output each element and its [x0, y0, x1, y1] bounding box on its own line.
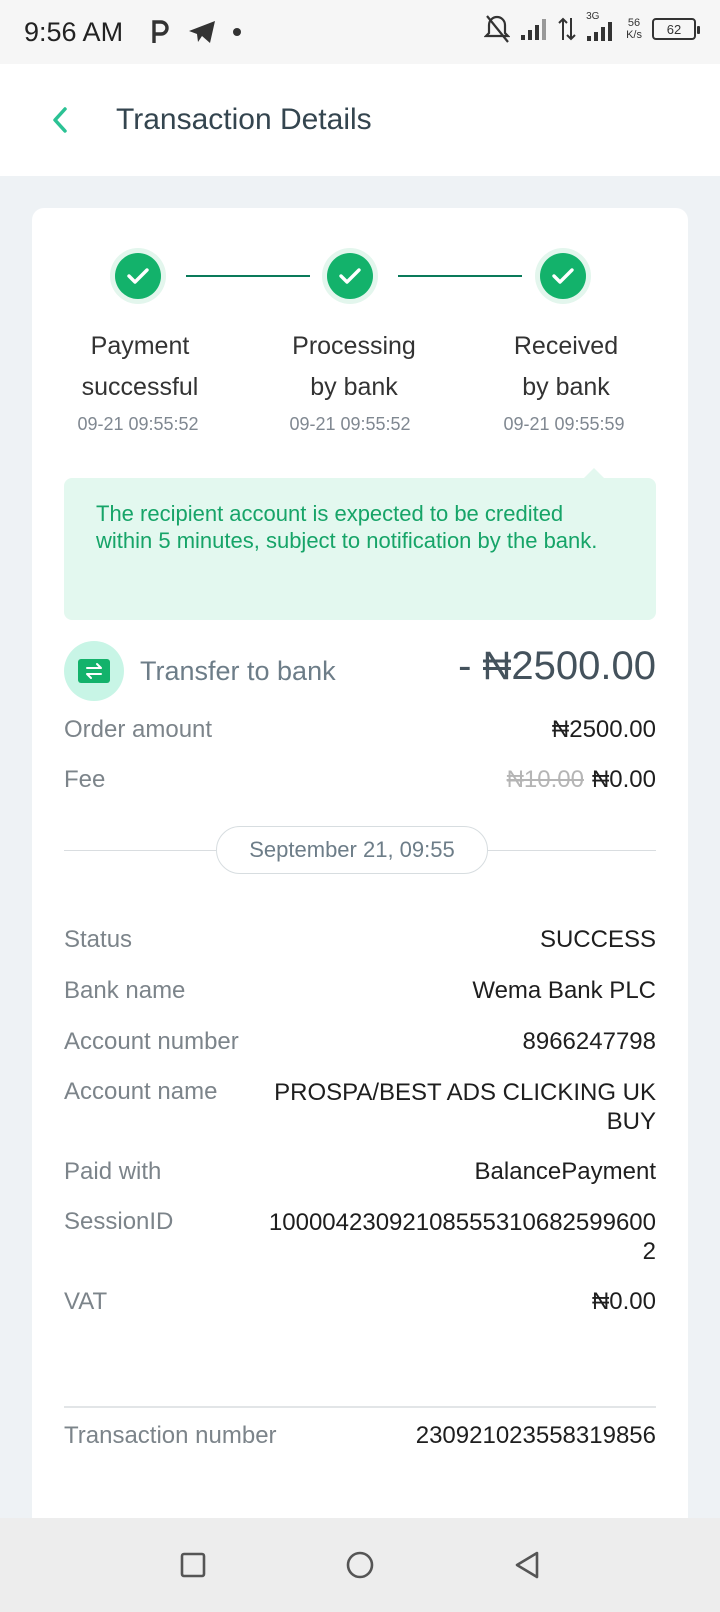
detail-row: VAT ₦0.00 — [64, 1288, 656, 1316]
progress-tracker: Payment successful Processing by bank Re… — [32, 208, 688, 468]
step-1-check-icon — [110, 248, 166, 304]
data-transfer-icon — [558, 17, 576, 41]
parking-app-icon — [152, 20, 169, 43]
detail-row: SessionID 100004230921085553106825996002 — [64, 1208, 656, 1266]
system-nav-bar — [0, 1518, 720, 1612]
step-3-time: 09-21 09:55:59 — [503, 414, 625, 434]
date-divider: September 21, 09:55 — [64, 826, 656, 876]
back-button[interactable] — [30, 90, 90, 150]
fee-original: ₦10.00 — [506, 766, 584, 793]
order-amount-row: Order amount ₦2500.00 — [64, 716, 656, 744]
net-speed: 56 K/s — [626, 17, 642, 41]
notification-dot-icon — [233, 28, 242, 36]
session-id-value: 100004230921085553106825996002 — [268, 1209, 656, 1265]
account-name-value: PROSPA/BEST ADS CLICKING UK BUY — [274, 1079, 656, 1135]
signal-icon — [521, 19, 547, 40]
bank-name-label: Bank name — [64, 977, 186, 1004]
telegram-icon — [189, 21, 216, 43]
status-value: SUCCESS — [539, 926, 656, 953]
status-label: Status — [64, 926, 133, 953]
detail-row: Bank name Wema Bank PLC — [64, 977, 656, 1005]
step-1-time: 09-21 09:55:52 — [77, 414, 199, 434]
paid-with-label: Paid with — [64, 1158, 162, 1185]
credit-notice: The recipient account is expected to be … — [64, 468, 656, 620]
step-3-label: Received by bank — [513, 332, 619, 401]
step-2-label: Processing by bank — [292, 332, 416, 401]
app-header: Transaction Details — [0, 64, 720, 176]
order-amount-value: ₦2500.00 — [551, 716, 656, 743]
status-bar: 9:56 AM 3G 56 K/s 62 — [0, 0, 720, 64]
detail-row: Status SUCCESS — [64, 926, 656, 954]
account-number-label: Account number — [64, 1028, 239, 1055]
step-2-time: 09-21 09:55:52 — [289, 414, 411, 434]
fee-value: ₦0.00 — [591, 766, 656, 793]
step-3-check-icon — [535, 248, 591, 304]
transaction-number-value: 230921023558319856 — [415, 1422, 656, 1449]
transaction-number-row: Transaction number 230921023558319856 — [64, 1422, 656, 1450]
section-divider — [64, 1406, 656, 1408]
account-number-value: 8966247798 — [522, 1028, 656, 1055]
chevron-left-icon — [53, 107, 67, 133]
triangle-back-icon — [515, 1551, 538, 1579]
detail-row: Account name PROSPA/BEST ADS CLICKING UK… — [64, 1078, 656, 1136]
transfer-icon — [64, 641, 124, 701]
bank-name-value: Wema Bank PLC — [472, 977, 656, 1004]
transfer-type-label: Transfer to bank — [140, 656, 336, 686]
step-connector — [398, 275, 522, 277]
back-nav-button[interactable] — [497, 1535, 557, 1595]
recents-button[interactable] — [163, 1535, 223, 1595]
transaction-number-label: Transaction number — [64, 1422, 277, 1449]
square-icon — [181, 1552, 206, 1578]
bell-off-icon — [484, 15, 511, 43]
fee-row: Fee ₦10.00 ₦0.00 — [64, 766, 656, 794]
account-name-label: Account name — [64, 1078, 218, 1105]
paid-with-value: BalancePayment — [474, 1158, 656, 1185]
order-amount-label: Order amount — [64, 716, 213, 743]
date-pill: September 21, 09:55 — [216, 826, 488, 874]
step-2-check-icon — [322, 248, 378, 304]
home-button[interactable] — [330, 1535, 390, 1595]
step-1-label: Payment successful — [81, 332, 199, 401]
status-time: 9:56 AM — [24, 16, 124, 47]
vat-label: VAT — [64, 1288, 108, 1315]
page-title: Transaction Details — [116, 103, 372, 136]
circle-icon — [346, 1551, 374, 1579]
signal-3g-icon: 3G — [586, 11, 616, 42]
detail-row: Paid with BalancePayment — [64, 1158, 656, 1186]
transfer-summary: Transfer to bank - ₦2500.00 — [64, 638, 656, 702]
detail-row: Account number 8966247798 — [64, 1028, 656, 1056]
session-id-label: SessionID — [64, 1208, 174, 1235]
vat-value: ₦0.00 — [591, 1288, 656, 1315]
transaction-card: Payment successful Processing by bank Re… — [32, 208, 688, 1518]
battery-icon: 62 — [652, 18, 700, 40]
fee-label: Fee — [64, 766, 106, 793]
transfer-amount: - ₦2500.00 — [458, 644, 656, 688]
credit-notice-text: The recipient account is expected to be … — [96, 501, 598, 553]
step-connector — [186, 275, 310, 277]
